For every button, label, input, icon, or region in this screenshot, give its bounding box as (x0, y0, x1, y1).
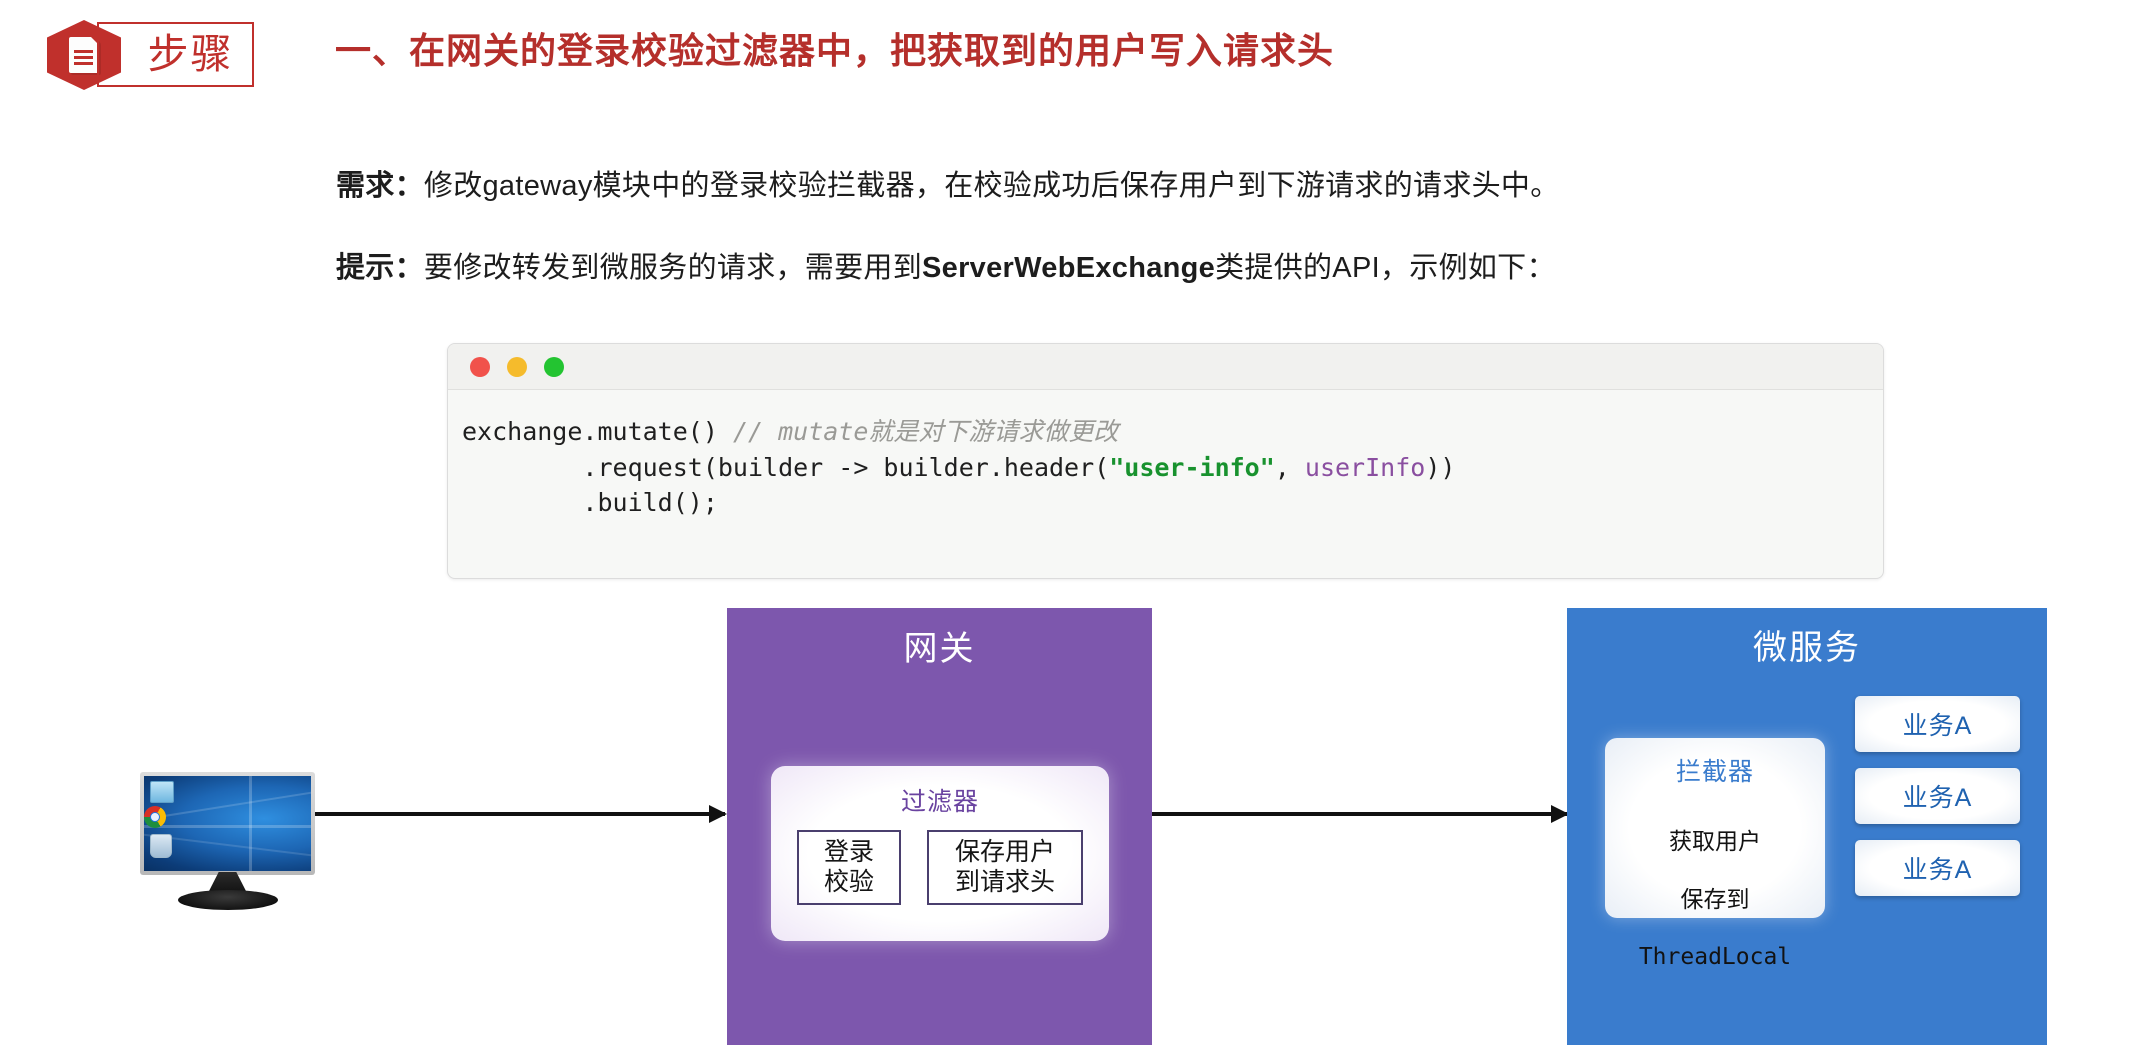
monitor-screen (144, 776, 311, 871)
arrow-gateway-to-service (1152, 812, 1567, 816)
interceptor-line-1: 获取用户 (1669, 827, 1761, 854)
document-icon (69, 37, 99, 73)
filter-box-login-check: 登录 校验 (797, 830, 901, 905)
filter-card: 过滤器 登录 校验 保存用户 到请求头 (771, 766, 1109, 941)
interceptor-title: 拦截器 (1675, 758, 1754, 786)
code-line: exchange.mutate() // mutate就是对下游请求做更改 (462, 414, 1883, 450)
code-text: exchange.mutate() (462, 417, 733, 446)
document-icon-line (74, 62, 93, 65)
hint-paragraph: 提示：要修改转发到微服务的请求，需要用到ServerWebExchange类提供… (336, 244, 1556, 286)
step-badge: 步骤 (47, 20, 277, 90)
interceptor-card: 拦截器 获取用户 保存到 ThreadLocal (1605, 738, 1825, 970)
code-string-literal: "user-info" (1109, 452, 1275, 482)
hint-text-after: 类提供的API，示例如下： (1215, 252, 1556, 284)
requirement-text: 修改gateway模块中的登录校验拦截器，在校验成功后保存用户到下游请求的请求头… (423, 170, 1560, 202)
architecture-diagram: 网关 过滤器 登录 校验 保存用户 到请求头 微服务 拦截器 获取用户 保存到 … (0, 600, 2141, 1045)
code-line: .request(builder -> builder.header("user… (462, 450, 1883, 486)
microservice-title: 微服务 (1753, 629, 1861, 667)
minimize-button-icon[interactable] (507, 356, 527, 377)
hint-class-name: ServerWebExchange (922, 252, 1216, 284)
hint-label: 提示： (336, 252, 424, 284)
code-text: .build(); (462, 488, 718, 517)
step-badge-label-box: 步骤 (97, 22, 254, 87)
code-text: )) (1425, 452, 1456, 482)
document-icon-line (74, 50, 93, 53)
requirement-label: 需求： (336, 170, 424, 202)
document-icon-line (74, 56, 93, 59)
business-box: 业务A (1855, 768, 2020, 824)
wallpaper-ray (249, 776, 253, 871)
gateway-title: 网关 (903, 630, 976, 668)
page-header: 步骤 一、在网关的登录校验过滤器中，把获取到的用户写入请求头 (0, 0, 2141, 120)
filter-box-save-user: 保存用户 到请求头 (927, 830, 1083, 905)
recycle-bin-icon (150, 834, 172, 858)
code-text: , (1274, 452, 1305, 482)
arrow-client-to-gateway (315, 812, 725, 816)
wallpaper-ray (144, 825, 311, 829)
code-snippet-window: exchange.mutate() // mutate就是对下游请求做更改 .r… (447, 343, 1884, 579)
business-box-list: 业务A 业务A 业务A (1855, 696, 2020, 912)
interceptor-line-2: 保存到 (1680, 885, 1750, 912)
close-button-icon[interactable] (470, 356, 490, 377)
code-window-titlebar (448, 344, 1883, 390)
monitor-stand-base (177, 890, 278, 910)
code-variable: userInfo (1304, 452, 1426, 482)
maximize-button-icon[interactable] (544, 356, 564, 377)
code-line: .build(); (462, 485, 1883, 521)
my-computer-icon (150, 781, 174, 803)
code-text: .request(builder -> builder.header( (462, 452, 1110, 482)
monitor-bezel (140, 772, 315, 875)
step-badge-label: 步骤 (147, 30, 234, 78)
interceptor-description: 获取用户 保存到 ThreadLocal (1605, 788, 1825, 1001)
microservice-panel: 微服务 拦截器 获取用户 保存到 ThreadLocal 业务A 业务A 业务A (1567, 608, 2047, 1045)
business-box: 业务A (1855, 696, 2020, 752)
code-content: exchange.mutate() // mutate就是对下游请求做更改 .r… (448, 390, 1883, 521)
desktop-monitor-icon (140, 772, 315, 910)
hint-text-before: 要修改转发到微服务的请求，需要用到 (423, 252, 923, 284)
business-box: 业务A (1855, 840, 2020, 896)
chrome-icon (144, 806, 166, 828)
code-comment: // mutate就是对下游请求做更改 (732, 417, 1119, 446)
filter-title: 过滤器 (900, 788, 979, 816)
filter-box-group: 登录 校验 保存用户 到请求头 (771, 830, 1109, 905)
page-title: 一、在网关的登录校验过滤器中，把获取到的用户写入请求头 (335, 30, 1335, 71)
requirement-paragraph: 需求：修改gateway模块中的登录校验拦截器，在校验成功后保存用户到下游请求的… (336, 162, 1560, 204)
interceptor-line-3: ThreadLocal (1638, 943, 1792, 970)
gateway-panel: 网关 过滤器 登录 校验 保存用户 到请求头 (727, 608, 1152, 1045)
